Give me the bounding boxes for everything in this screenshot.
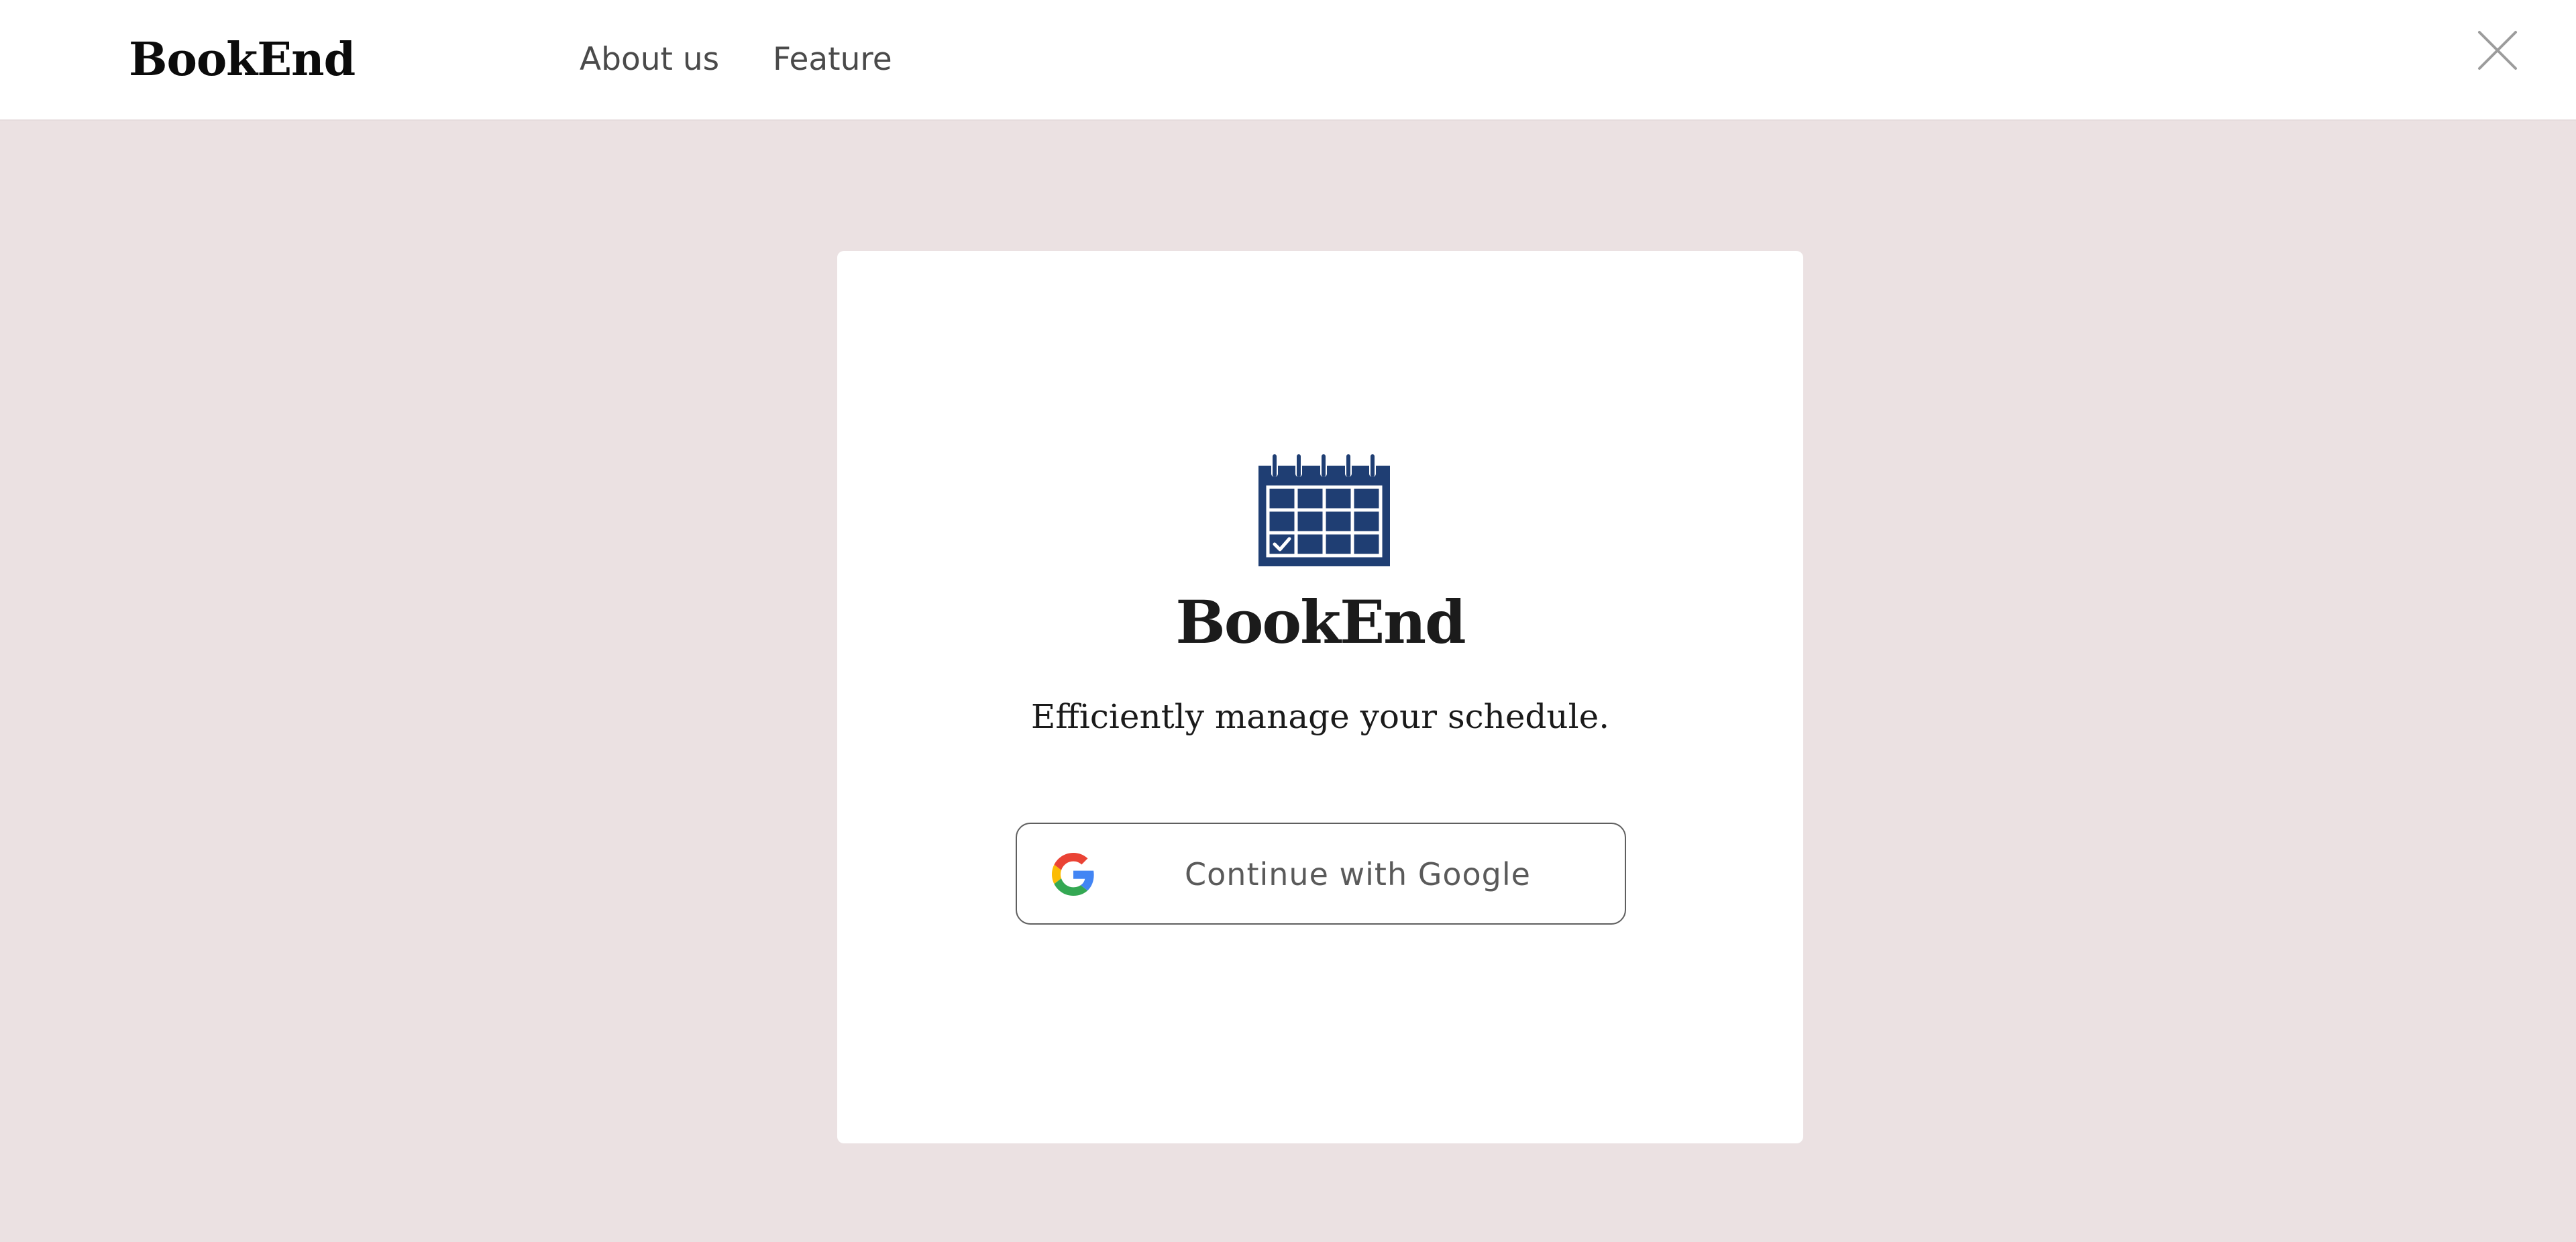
nav-link-feature[interactable]: Feature <box>773 39 892 81</box>
header-logo[interactable]: BookEnd <box>129 30 356 90</box>
calendar-check-icon <box>1258 454 1390 566</box>
google-icon <box>1052 853 1094 896</box>
top-navigation-bar: BookEnd About us Feature <box>0 0 2576 121</box>
modal-tagline: Efficiently manage your schedule. <box>1030 697 1610 736</box>
close-icon <box>2478 31 2517 70</box>
login-modal: BookEnd Efficiently manage your schedule… <box>837 251 1803 1143</box>
continue-with-google-button[interactable]: Continue with Google <box>1016 823 1626 925</box>
modal-brand-title: BookEnd <box>1175 587 1466 657</box>
close-button[interactable] <box>2477 30 2518 71</box>
google-button-label: Continue with Google <box>1185 856 1531 892</box>
nav-link-about-us[interactable]: About us <box>580 39 719 81</box>
